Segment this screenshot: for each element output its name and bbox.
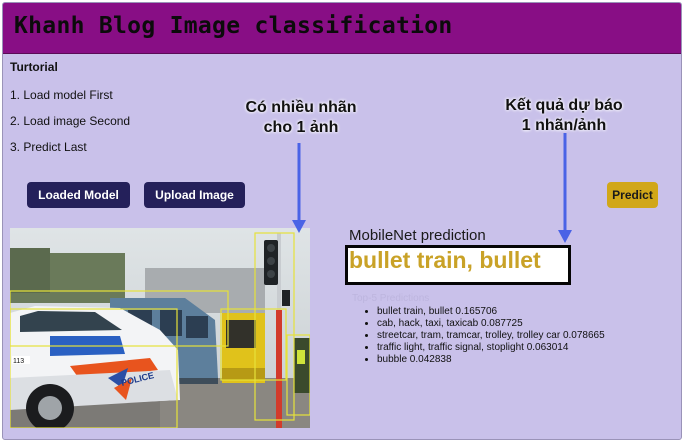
title-bar: Khanh Blog Image classification xyxy=(3,3,681,54)
list-item: bullet train, bullet 0.165706 xyxy=(377,306,605,318)
prediction-top-label: bullet train, bullet xyxy=(349,247,541,273)
upload-image-button[interactable]: Upload Image xyxy=(144,182,245,208)
list-item: traffic light, traffic signal, stoplight… xyxy=(377,342,605,354)
annotation-multi-label-line-1: Có nhiều nhãn xyxy=(245,99,357,116)
prediction-model-label: MobileNet prediction xyxy=(349,227,486,244)
annotation-multi-label: Có nhiều nhãn cho 1 ảnh xyxy=(233,98,369,138)
annotation-single-result-line-1: Kết quả dự báo xyxy=(505,97,623,114)
list-item: cab, hack, taxi, taxicab 0.087725 xyxy=(377,318,605,330)
tutorial-step-3: 3. Predict Last xyxy=(10,140,87,154)
page-title: Khanh Blog Image classification xyxy=(14,13,453,39)
load-model-button[interactable]: Loaded Model xyxy=(27,182,130,208)
top5-list: bullet train, bullet 0.165706 cab, hack,… xyxy=(377,306,605,366)
annotation-single-result: Kết quả dự báo 1 nhãn/ảnh xyxy=(489,96,639,136)
plate-number-text: 113 xyxy=(13,358,24,365)
annotation-multi-label-line-2: cho 1 ảnh xyxy=(263,119,339,136)
uploaded-image: POLICE 113 xyxy=(10,228,310,428)
predict-button[interactable]: Predict xyxy=(607,182,658,208)
top5-heading: Top-5 Predictions xyxy=(352,293,430,304)
tutorial-step-2: 2. Load image Second xyxy=(10,114,131,128)
list-item: bubble 0.042838 xyxy=(377,354,605,366)
tutorial-step-1: 1. Load model First xyxy=(10,88,113,102)
list-item: streetcar, tram, tramcar, trolley, troll… xyxy=(377,330,605,342)
tutorial-heading: Turtorial xyxy=(10,60,58,74)
annotation-single-result-line-2: 1 nhãn/ảnh xyxy=(521,117,607,134)
